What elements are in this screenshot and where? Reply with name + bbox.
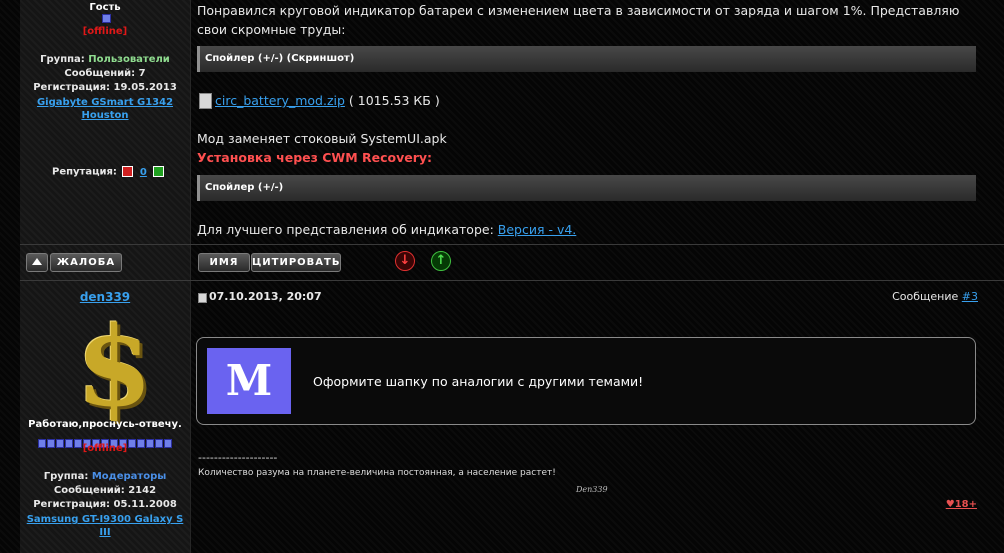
report-button[interactable]: ЖАЛОБА: [50, 253, 122, 272]
spoiler-screenshot[interactable]: Спойлер (+/-) (Скриншот): [197, 46, 976, 72]
reputation-value[interactable]: 0: [140, 167, 147, 178]
post-separator: [20, 244, 1004, 245]
author-status: [offline]: [82, 26, 128, 37]
group-label: Группа:: [40, 54, 85, 65]
author-group-2: Группа: Модераторы: [20, 471, 190, 482]
mod-note: Мод заменяет стоковый SystemUI.apk: [197, 131, 447, 146]
author-status-2: [offline]: [82, 443, 128, 454]
signature-quote: Количество разума на планете-величина по…: [198, 468, 556, 478]
scroll-top-button[interactable]: [26, 253, 48, 272]
author-device-link-2[interactable]: Samsung GT-I9300 Galaxy S III: [25, 513, 185, 539]
quote-button[interactable]: ЦИТИРОВАТЬ: [251, 253, 341, 272]
avatar: $: [76, 302, 153, 431]
moderator-notice: M Оформите шапку по аналогии с другими т…: [196, 337, 976, 425]
reputation-plus-icon[interactable]: [153, 166, 165, 177]
moderator-notice-text: Оформите шапку по аналогии с другими тем…: [313, 374, 644, 389]
message-number-link[interactable]: #3: [962, 290, 978, 303]
attachment-link[interactable]: circ_battery_mod.zip: [215, 93, 345, 108]
better-view-text: Для лучшего представления об индикаторе:: [197, 222, 494, 237]
message-number: Сообщение #3: [892, 290, 978, 303]
file-icon: [199, 93, 212, 109]
author-group: Группа: Пользователи: [20, 54, 190, 65]
author-name: Гость: [89, 2, 121, 13]
column-divider: [190, 0, 191, 553]
post-separator-2: [20, 280, 1004, 281]
attachment-size: ( 1015.53 КБ ): [348, 93, 440, 108]
vote-down-icon[interactable]: ↓: [395, 251, 415, 271]
author-tagline: Работаю,проснусь-отвечу.: [28, 419, 182, 430]
author-registered-2: Регистрация: 05.11.2008: [33, 499, 177, 510]
signature-name: Den339: [576, 485, 608, 494]
post-date: 07.10.2013, 20:07: [209, 290, 322, 303]
author-messages: Сообщений: 7: [64, 68, 146, 79]
group-label-2: Группа:: [43, 471, 89, 482]
author-device-link[interactable]: Gigabyte GSmart G1342 Houston: [35, 96, 175, 122]
vote-up-icon[interactable]: ↑: [431, 251, 451, 271]
reputation-label: Репутация:: [52, 166, 117, 178]
attachment: circ_battery_mod.zip ( 1015.53 КБ ): [215, 93, 440, 108]
reputation: Репутация: 0: [52, 166, 165, 178]
author-messages-2: Сообщений: 2142: [53, 485, 157, 496]
rank-pip: [102, 14, 111, 23]
install-heading: Установка через CWM Recovery:: [197, 150, 433, 165]
name-button[interactable]: ИМЯ: [198, 253, 250, 272]
group-value: Пользователи: [88, 54, 170, 65]
message-label: Сообщение: [892, 290, 959, 303]
reputation-minus-icon[interactable]: [122, 166, 134, 177]
group-value-2: Модераторы: [91, 471, 167, 482]
moderator-badge-icon: M: [207, 348, 291, 414]
better-view: Для лучшего представления об индикаторе:…: [197, 222, 576, 237]
arrow-up-icon: [32, 258, 42, 265]
signature-dashes: --------------------: [198, 451, 278, 464]
post-icon: [198, 293, 207, 303]
likes-counter[interactable]: ♥18+: [946, 499, 977, 510]
version-link[interactable]: Версия - v4.: [498, 222, 577, 237]
post-intro-text: Понравился круговой индикатор батареи с …: [197, 3, 960, 37]
author-registered: Регистрация: 19.05.2013: [33, 82, 177, 93]
spoiler-install[interactable]: Спойлер (+/-): [197, 175, 976, 201]
